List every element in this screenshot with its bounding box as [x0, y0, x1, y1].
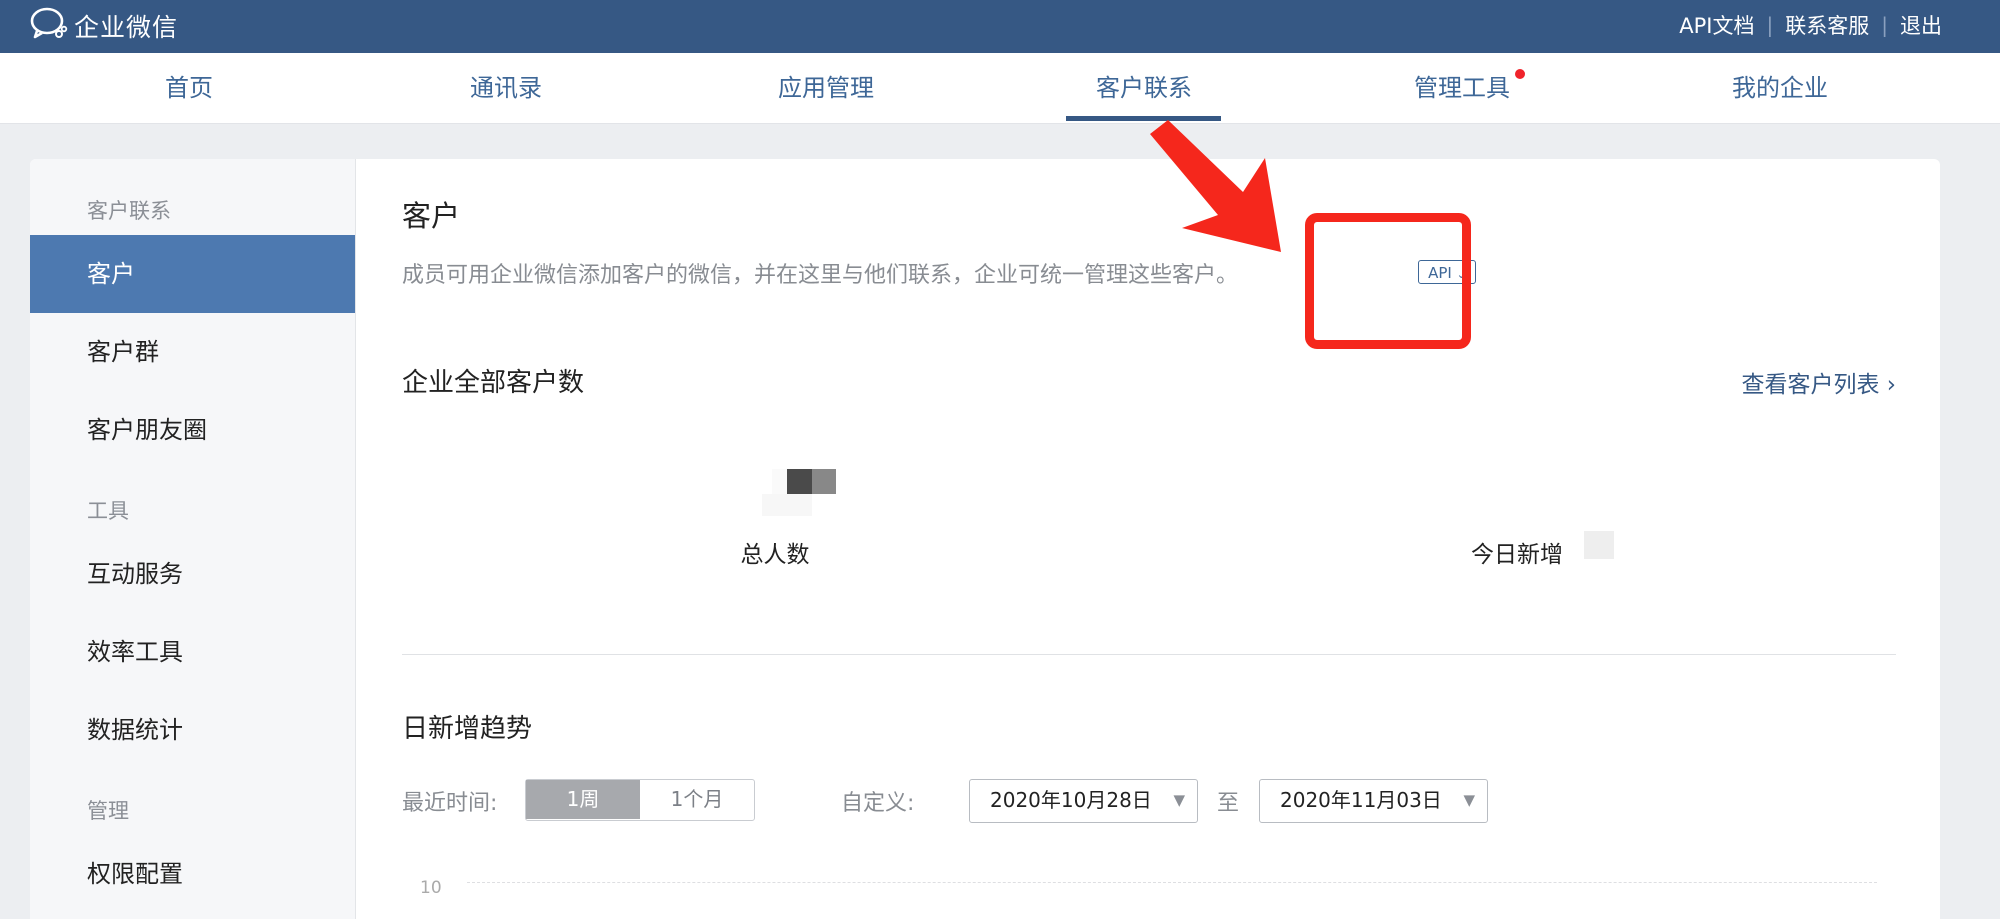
divider	[402, 654, 1896, 655]
start-date-value: 2020年10月28日	[990, 788, 1152, 812]
view-customer-list-link[interactable]: 查看客户列表 ›	[1741, 365, 1896, 399]
sidebar-item-efficiency-tools[interactable]: 效率工具	[30, 613, 355, 691]
to-label: 至	[1217, 791, 1240, 816]
main-content: 客户 成员可用企业微信添加客户的微信，并在这里与他们联系，企业可统一管理这些客户…	[402, 159, 1896, 919]
wecom-logo-icon	[28, 6, 70, 46]
caret-down-icon: ▼	[1463, 791, 1475, 809]
chart-grid-line	[467, 882, 1877, 883]
today-new-redaction	[1584, 531, 1614, 559]
separator: |	[1766, 13, 1774, 37]
sidebar-item-moments[interactable]: 客户朋友圈	[30, 391, 355, 469]
sidebar-item-interactive-services[interactable]: 互动服务	[30, 535, 355, 613]
caret-down-icon: ▼	[1173, 791, 1185, 809]
annotation-arrow-icon	[1150, 120, 1281, 252]
end-date-select[interactable]: 2020年11月03日 ▼	[1259, 779, 1488, 823]
sidebar-heading-management: 管理	[87, 799, 129, 823]
notification-badge	[1515, 69, 1525, 79]
logout-link[interactable]: 退出	[1900, 10, 1942, 40]
range-1-month-button[interactable]: 1个月	[640, 780, 754, 819]
customer-count-title: 企业全部客户数	[402, 368, 585, 398]
sidebar-heading-customer-contact: 客户联系	[87, 199, 171, 223]
nav-management-tools[interactable]: 管理工具	[1398, 53, 1526, 123]
api-docs-link[interactable]: API文档	[1679, 10, 1754, 40]
range-1-week-button[interactable]: 1周	[526, 780, 640, 819]
nav-customer-contact[interactable]: 客户联系	[1080, 53, 1208, 123]
nav-home[interactable]: 首页	[128, 53, 250, 123]
top-links: API文档 | 联系客服 | 退出	[1679, 10, 1942, 40]
recent-time-label: 最近时间:	[402, 791, 498, 816]
nav-app-management[interactable]: 应用管理	[762, 53, 890, 123]
range-toggle: 1周 1个月	[525, 779, 755, 821]
annotation-highlight-box	[1305, 213, 1471, 349]
start-date-select[interactable]: 2020年10月28日 ▼	[969, 779, 1198, 823]
total-count-label: 总人数	[740, 542, 810, 568]
separator: |	[1881, 13, 1888, 37]
app-title: 企业微信	[74, 13, 179, 42]
sidebar-item-statistics[interactable]: 数据统计	[30, 691, 355, 769]
nav-my-enterprise[interactable]: 我的企业	[1716, 53, 1844, 123]
sidebar-heading-tools: 工具	[87, 499, 129, 523]
sidebar-item-permissions[interactable]: 权限配置	[30, 835, 355, 913]
page-description: 成员可用企业微信添加客户的微信，并在这里与他们联系，企业可统一管理这些客户。	[402, 263, 1239, 288]
logo[interactable]: 企业微信	[28, 6, 179, 46]
contact-support-link[interactable]: 联系客服	[1785, 10, 1869, 40]
nav-contacts[interactable]: 通讯录	[445, 53, 567, 123]
chart-y-tick: 10	[420, 878, 442, 898]
end-date-value: 2020年11月03日	[1280, 788, 1442, 812]
sidebar-item-customers[interactable]: 客户	[30, 235, 355, 313]
sidebar-item-customer-groups[interactable]: 客户群	[30, 313, 355, 391]
sidebar: 客户联系 客户 客户群 客户朋友圈 工具 互动服务 效率工具 数据统计 管理 权…	[30, 159, 356, 919]
top-bar: 企业微信 API文档 | 联系客服 | 退出	[0, 0, 2000, 53]
total-count-block: 总人数	[655, 535, 895, 569]
content-card: 客户联系 客户 客户群 客户朋友圈 工具 互动服务 效率工具 数据统计 管理 权…	[30, 159, 1940, 919]
custom-range-label: 自定义:	[841, 791, 915, 816]
page-title: 客户	[402, 199, 461, 233]
trend-title: 日新增趋势	[402, 714, 533, 744]
main-nav: 首页 通讯录 应用管理 客户联系 管理工具 我的企业	[0, 53, 2000, 124]
